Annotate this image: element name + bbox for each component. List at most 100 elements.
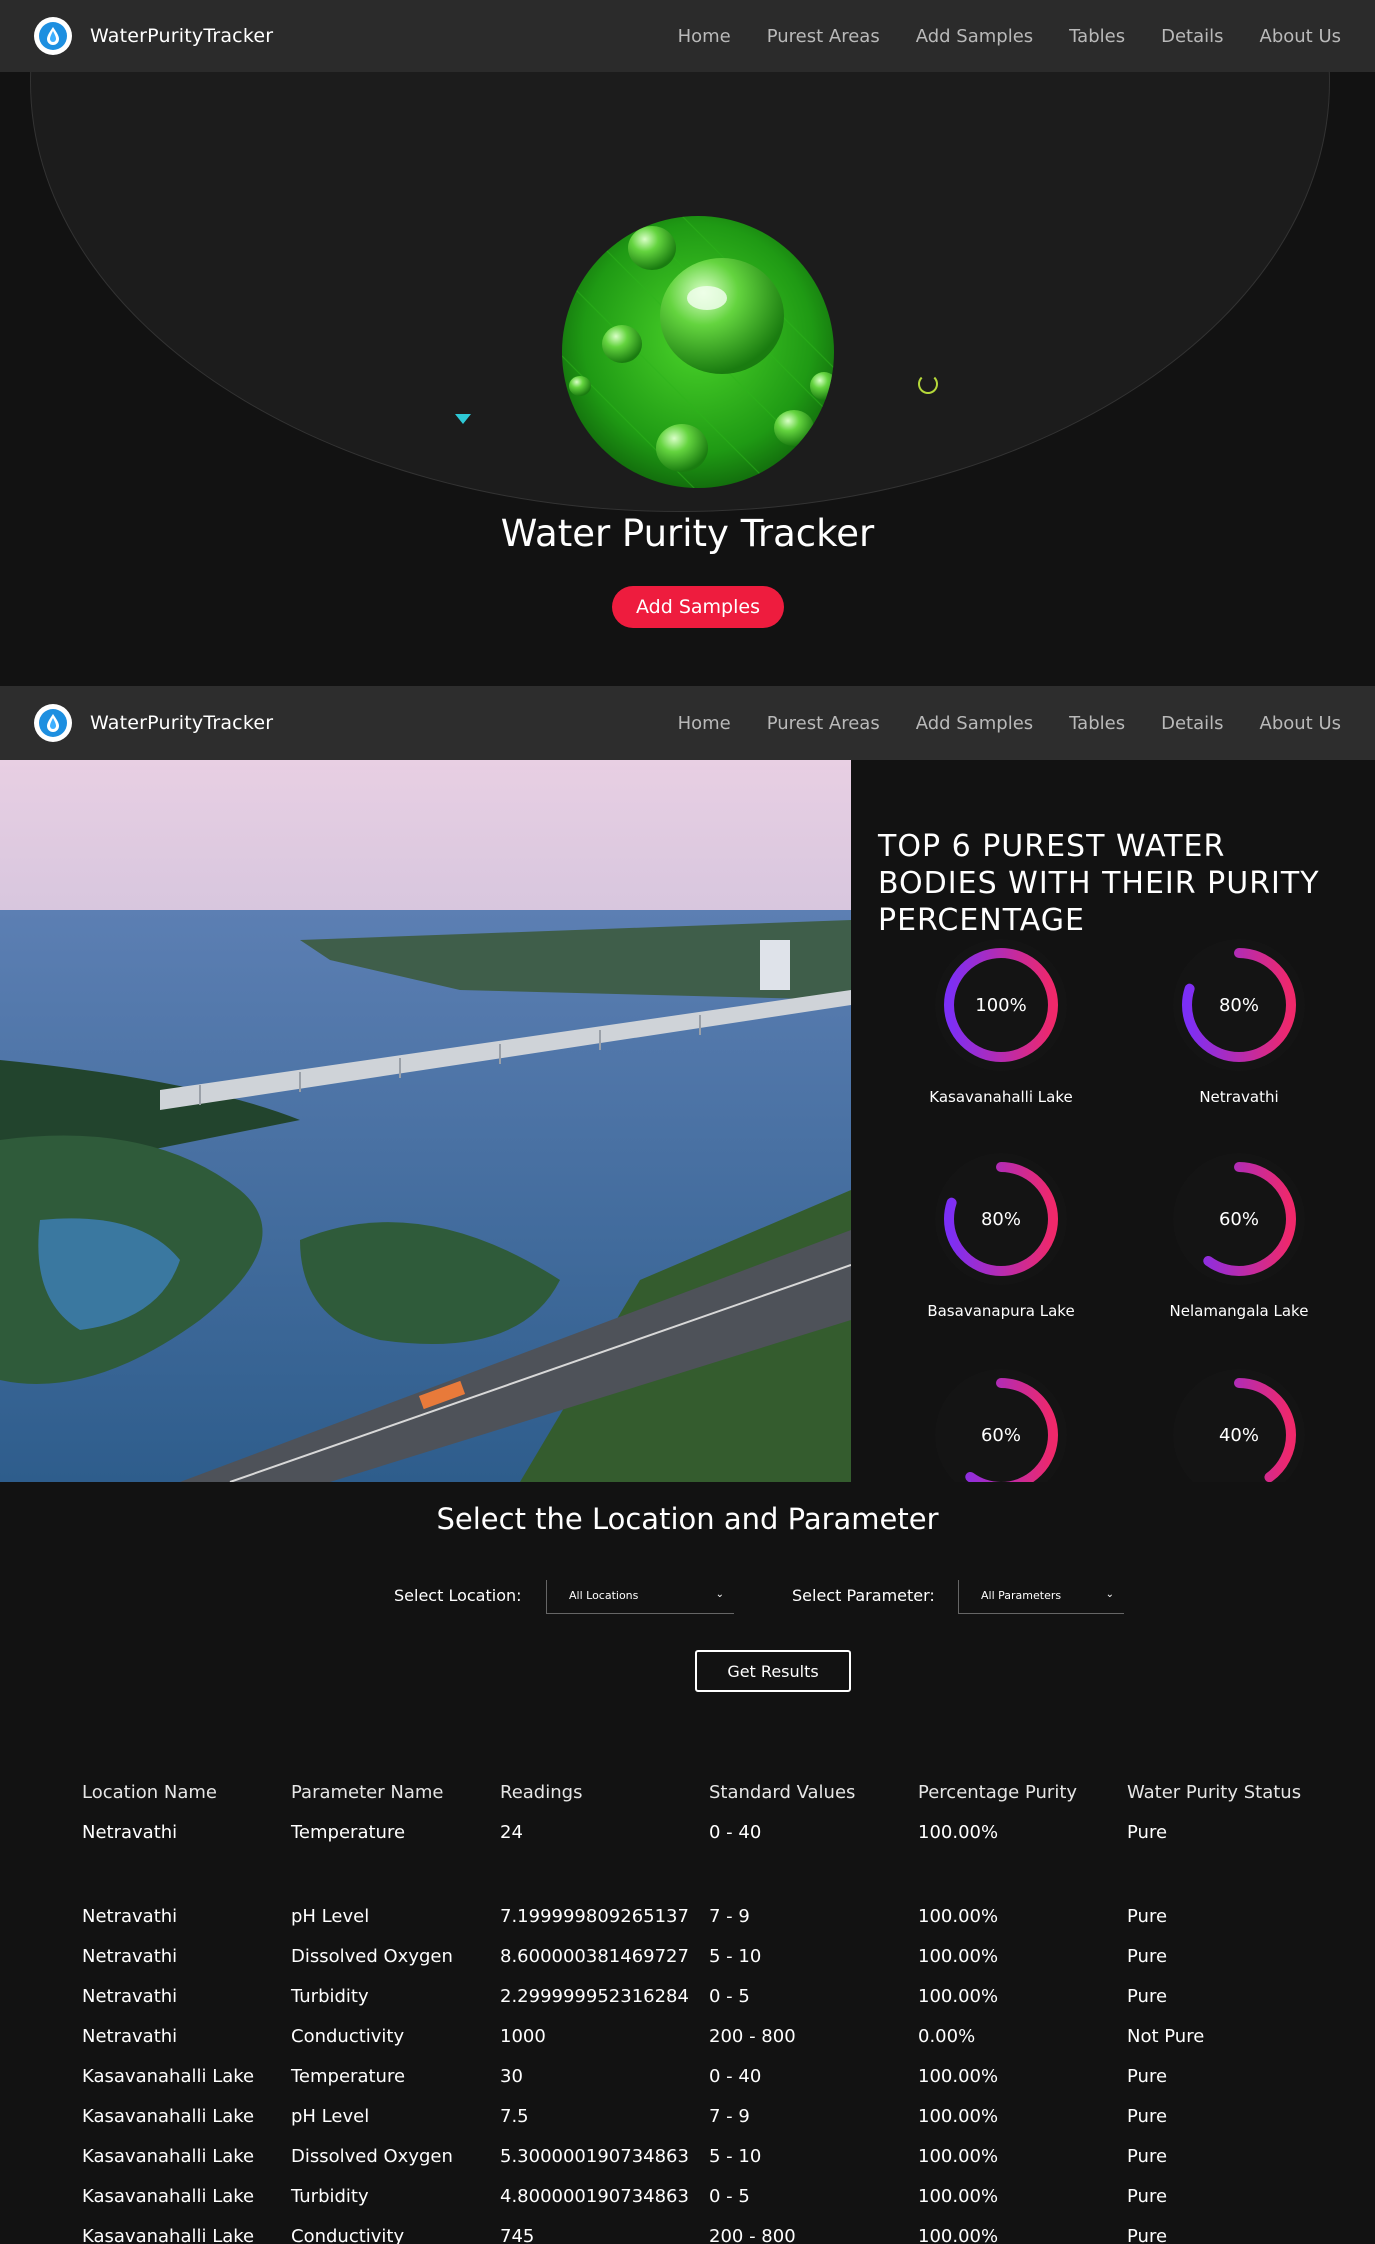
table-cell: 5 - 10 [709,2146,762,2167]
brand[interactable]: WaterPurityTracker [34,17,273,55]
brand[interactable]: WaterPurityTracker [34,704,273,742]
add-samples-button[interactable]: Add Samples [612,586,784,628]
gauge-location-name: Kasavanahalli Lake [929,1088,1073,1106]
table-cell: Pure [1127,1906,1168,1927]
table-cell: 5.300000190734863 [500,2146,689,2167]
table-cell: Pure [1127,1986,1168,2007]
location-select[interactable]: All Locations ⌄ [546,1580,734,1614]
table-cell: Conductivity [291,2026,405,2047]
table-cell: 7.5 [500,2106,529,2127]
table-cell: Temperature [291,1822,406,1843]
table-cell: 0 - 5 [709,2186,750,2207]
nav-purest-areas[interactable]: Purest Areas [749,713,898,734]
purity-gauge: 80% Netravathi [1139,938,1339,1106]
purity-gauge: 60% Nelamangala Lake [1139,1152,1339,1320]
table-cell: 7.199999809265137 [500,1906,689,1927]
table-row: Netravathi Dissolved Oxygen 8.600000381469… [82,1946,1342,1976]
purity-gauge: 40% [1139,1368,1339,1482]
leaf-water-drop-image [562,216,834,488]
table-cell: Turbidity [291,1986,369,2007]
table-row: Kasavanahalli Lake Turbidity 4.80000019073… [82,2186,1342,2216]
table-cell: Pure [1127,2186,1168,2207]
table-header-cell: Water Purity Status [1127,1782,1302,1803]
table-header-cell: Location Name [82,1782,217,1803]
nav-details[interactable]: Details [1143,26,1241,47]
table-cell: 30 [500,2066,523,2087]
nav-home[interactable]: Home [660,26,749,47]
table-cell: Turbidity [291,2186,369,2207]
table-cell: 100.00% [918,1986,999,2007]
table-header-cell: Parameter Name [291,1782,444,1803]
parameter-select-value: All Parameters [981,1589,1062,1602]
table-cell: 0 - 40 [709,2066,762,2087]
table-cell: Not Pure [1127,2026,1205,2047]
gauge-location-name: Netravathi [1199,1088,1279,1106]
brand-name: WaterPurityTracker [90,712,274,734]
table-cell: Temperature [291,2066,406,2087]
gauge-ring: 60% [935,1369,1067,1482]
table-cell: 0 - 40 [709,1822,762,1843]
select-section: Select the Location and Parameter Select… [0,1482,1375,1782]
gauge-ring: 40% [1173,1369,1305,1482]
table-cell: 7 - 9 [709,1906,750,1927]
nav-tables[interactable]: Tables [1051,26,1143,47]
nav-tables[interactable]: Tables [1051,713,1143,734]
table-row: Kasavanahalli Lake Dissolved Oxygen 5.3000… [82,2146,1342,2176]
table-header-cell: Standard Values [709,1782,856,1803]
nav-add-samples[interactable]: Add Samples [898,713,1051,734]
chevron-down-icon: ⌄ [715,1589,724,1600]
table-cell: pH Level [291,1906,370,1927]
table-row: Kasavanahalli Lake Conductivity 745 200 - 8… [82,2226,1342,2244]
hero-section: Water Purity Tracker Add Samples [0,72,1375,686]
table-header-cell: Percentage Purity [918,1782,1078,1803]
nav-home[interactable]: Home [660,713,749,734]
table-cell: 745 [500,2226,535,2244]
table-cell: 5 - 10 [709,1946,762,1967]
gauge-location-name: Basavanapura Lake [927,1302,1075,1320]
table-cell: Pure [1127,2066,1168,2087]
table-cell: Netravathi [82,1822,178,1843]
hero-title: Water Purity Tracker [500,512,875,555]
triangle-particle-icon [455,414,471,424]
table-cell: Netravathi [82,1906,178,1927]
table-cell: 200 - 800 [709,2026,796,2047]
nav-purest-areas[interactable]: Purest Areas [749,26,898,47]
table-cell: Pure [1127,2226,1168,2244]
table-cell: 0 - 5 [709,1986,750,2007]
table-row: Kasavanahalli Lake pH Level 7.5 7 - 9 100.00… [82,2106,1342,2136]
gauge-location-name: Nelamangala Lake [1169,1302,1309,1320]
second-navbar: WaterPurityTracker Home Purest Areas Add S… [0,686,1375,760]
table-cell: 100.00% [918,1822,999,1843]
table-cell: Dissolved Oxygen [291,1946,453,1967]
table-cell: 4.800000190734863 [500,2186,689,2207]
nav-links: Home Purest Areas Add Samples Tables Details… [660,0,1359,72]
table-cell: 100.00% [918,2186,999,2207]
table-cell: Netravathi [82,2026,178,2047]
table-row: Netravathi Temperature 24 0 - 40 100.00% Pure [82,1822,1342,1852]
nav-add-samples[interactable]: Add Samples [898,26,1051,47]
aerial-lake-bridge-image [0,760,851,1482]
gauge-value: 80% [981,1209,1021,1230]
nav-about-us[interactable]: About Us [1242,713,1360,734]
nav-details[interactable]: Details [1143,713,1241,734]
gauge-ring: 80% [1173,939,1305,1071]
gauge-ring: 60% [1173,1153,1305,1285]
table-row: Kasavanahalli Lake Temperature 30 0 - 40 100… [82,2066,1342,2096]
location-select-value: All Locations [569,1589,639,1602]
table-cell: Netravathi [82,1946,178,1967]
table-cell: 100.00% [918,1906,999,1927]
parameter-select[interactable]: All Parameters ⌄ [958,1580,1124,1614]
table-cell: pH Level [291,2106,370,2127]
parameter-label: Select Parameter: [792,1586,935,1605]
gauge-value: 40% [1219,1425,1259,1446]
gauge-value: 100% [975,995,1026,1016]
nav-about-us[interactable]: About Us [1242,26,1360,47]
top-navbar: WaterPurityTracker Home Purest Areas Add S… [0,0,1375,72]
get-results-button[interactable]: Get Results [695,1650,851,1692]
table-cell: Kasavanahalli Lake [82,2186,255,2207]
table-cell: Kasavanahalli Lake [82,2066,255,2087]
purity-gauge: 60% [901,1368,1101,1482]
table-cell: Pure [1127,2146,1168,2167]
table-cell: Pure [1127,2106,1168,2127]
table-cell: Dissolved Oxygen [291,2146,453,2167]
